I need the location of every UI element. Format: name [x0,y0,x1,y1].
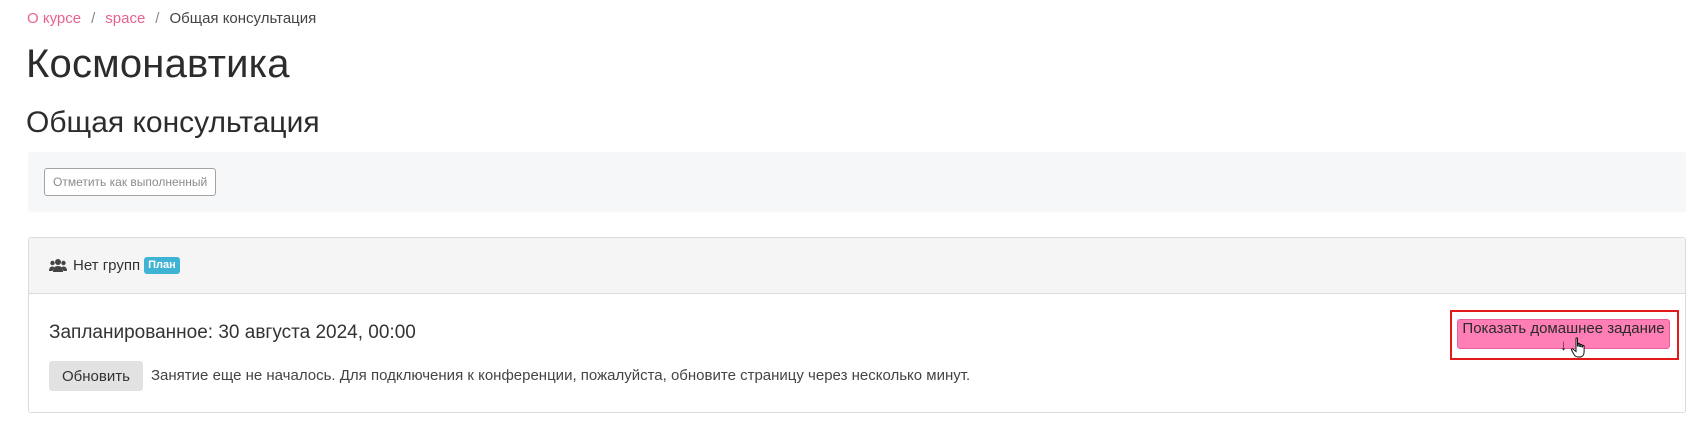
hand-cursor-icon [1570,337,1588,359]
scheduled-datetime: Запланированное: 30 августа 2024, 00:00 [49,322,416,343]
users-icon [49,258,67,274]
lesson-title: Общая консультация [26,106,320,139]
breadcrumb-separator: / [91,10,96,27]
breadcrumb: О курсе / space / Общая консультация [27,10,316,27]
group-card: Нет групп План Запланированное: 30 авгус… [28,237,1686,413]
breadcrumb-separator: / [155,10,160,27]
breadcrumb-current: Общая консультация [169,10,317,27]
breadcrumb-link-space[interactable]: space [105,10,145,27]
homework-button-highlight: Показать домашнее задание ↓ [1450,310,1679,360]
breadcrumb-link-about-course[interactable]: О курсе [27,10,81,27]
group-card-header: Нет групп План [29,238,1685,294]
conference-status-text: Занятие еще не началось. Для подключения… [151,367,971,384]
plan-badge: План [144,257,180,274]
group-header-label: Нет групп [73,257,141,274]
refresh-button[interactable]: Обновить [49,361,143,391]
course-title: Космонавтика [26,42,290,86]
completion-panel: Отметить как выполненный [28,152,1686,212]
show-homework-button[interactable]: Показать домашнее задание ↓ [1457,319,1670,354]
group-card-body: Запланированное: 30 августа 2024, 00:00 … [29,294,1685,412]
mark-complete-button[interactable]: Отметить как выполненный [44,168,217,196]
